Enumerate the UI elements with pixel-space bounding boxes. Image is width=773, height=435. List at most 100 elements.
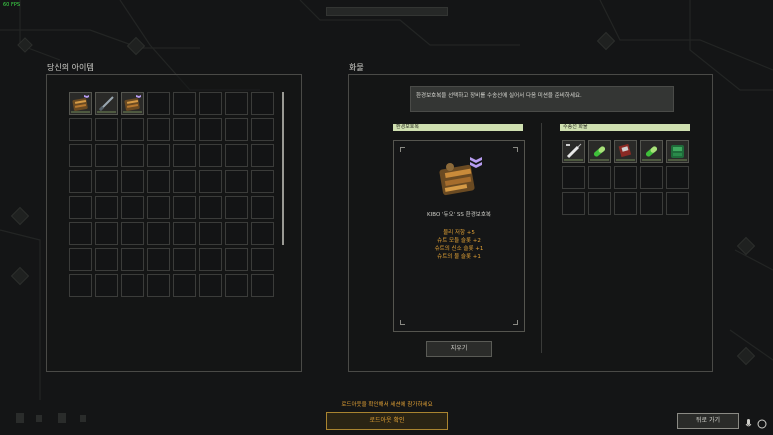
suit-name: KIBO '듀오' SS 환경보호복 xyxy=(427,212,491,218)
inventory-slot[interactable] xyxy=(173,222,196,245)
inventory-slot[interactable] xyxy=(225,170,248,193)
inventory-slot[interactable] xyxy=(199,170,222,193)
inventory-slot[interactable] xyxy=(69,248,92,271)
suit-stat: 슈트의 신소 슬롯 +1 xyxy=(434,246,484,252)
inventory-slot[interactable] xyxy=(173,170,196,193)
inventory-slot[interactable] xyxy=(121,222,144,245)
ship-cargo-slot[interactable] xyxy=(562,192,585,215)
env-suit-icon xyxy=(439,157,482,196)
ship-cargo-grid xyxy=(562,140,689,215)
inventory-slot[interactable] xyxy=(69,274,92,297)
inventory-slot[interactable] xyxy=(95,170,118,193)
inventory-slot[interactable] xyxy=(225,222,248,245)
inventory-slot[interactable] xyxy=(69,118,92,141)
inventory-slot[interactable] xyxy=(173,118,196,141)
inventory-slot[interactable] xyxy=(121,248,144,271)
ship-cargo-slot[interactable] xyxy=(562,166,585,189)
suit-slot[interactable]: KIBO '듀오' SS 환경보호복 물리 저항 +5 슈트 모듈 슬롯 +2 … xyxy=(393,140,525,332)
ship-cargo-slot[interactable] xyxy=(666,192,689,215)
inventory-slot[interactable] xyxy=(69,170,92,193)
inventory-slot[interactable] xyxy=(147,92,170,115)
ship-cargo-slot[interactable] xyxy=(666,166,689,189)
microphone-icon xyxy=(745,419,767,429)
inventory-slot[interactable] xyxy=(147,118,170,141)
ship-cargo-slot[interactable] xyxy=(640,140,663,163)
inventory-slot[interactable] xyxy=(121,118,144,141)
back-button[interactable]: 뒤로 가기 xyxy=(677,413,739,429)
ship-cargo-slot[interactable] xyxy=(666,140,689,163)
inventory-slot[interactable] xyxy=(251,170,274,193)
inventory-slot[interactable] xyxy=(69,222,92,245)
durability-bar xyxy=(97,111,116,113)
inventory-slot[interactable] xyxy=(199,222,222,245)
inventory-slot[interactable] xyxy=(95,196,118,219)
corner-br xyxy=(513,320,518,325)
inventory-slot[interactable] xyxy=(69,92,92,115)
inventory-slot[interactable] xyxy=(121,92,144,115)
inventory-slot[interactable] xyxy=(121,170,144,193)
inventory-slot[interactable] xyxy=(251,118,274,141)
ship-cargo-slot[interactable] xyxy=(588,140,611,163)
durability-bar xyxy=(590,159,609,161)
inventory-slot[interactable] xyxy=(147,170,170,193)
inventory-slot[interactable] xyxy=(251,92,274,115)
inventory-slot[interactable] xyxy=(69,144,92,167)
inventory-slot[interactable] xyxy=(173,92,196,115)
red-device-icon xyxy=(616,142,635,165)
inventory-slot[interactable] xyxy=(69,196,92,219)
inventory-slot[interactable] xyxy=(147,248,170,271)
inventory-slot[interactable] xyxy=(173,248,196,271)
cargo-divider xyxy=(541,123,542,353)
inventory-slot[interactable] xyxy=(95,274,118,297)
inventory-slot[interactable] xyxy=(147,222,170,245)
ship-cargo-slot[interactable] xyxy=(588,192,611,215)
inventory-slot[interactable] xyxy=(251,222,274,245)
ship-cargo-slot[interactable] xyxy=(640,192,663,215)
inventory-slot[interactable] xyxy=(251,248,274,271)
ship-cargo-slot[interactable] xyxy=(614,166,637,189)
inventory-slot[interactable] xyxy=(225,248,248,271)
ship-cargo-slot[interactable] xyxy=(562,140,585,163)
inventory-slot[interactable] xyxy=(121,196,144,219)
inventory-slot[interactable] xyxy=(225,118,248,141)
inventory-slot[interactable] xyxy=(199,118,222,141)
inventory-slot[interactable] xyxy=(95,118,118,141)
inventory-slot[interactable] xyxy=(225,274,248,297)
rod-tool-icon xyxy=(97,94,116,117)
ship-cargo-slot[interactable] xyxy=(614,192,637,215)
inventory-slot[interactable] xyxy=(95,248,118,271)
clear-button[interactable]: 지우기 xyxy=(426,341,492,357)
ship-cargo-slot[interactable] xyxy=(640,166,663,189)
inventory-slot[interactable] xyxy=(225,92,248,115)
inventory-slot[interactable] xyxy=(251,274,274,297)
inventory-scrollbar[interactable] xyxy=(282,92,284,245)
inventory-slot[interactable] xyxy=(199,274,222,297)
ship-cargo-slot[interactable] xyxy=(588,166,611,189)
inventory-slot[interactable] xyxy=(95,92,118,115)
cargo-notice: 환경보호복을 선택하고 장비를 수송선에 실어서 다음 미션을 준비하세요. xyxy=(410,86,674,112)
inventory-slot[interactable] xyxy=(199,196,222,219)
inventory-slot[interactable] xyxy=(199,92,222,115)
top-status-bar xyxy=(326,7,448,16)
inventory-slot[interactable] xyxy=(173,144,196,167)
inventory-slot[interactable] xyxy=(95,144,118,167)
inventory-slot[interactable] xyxy=(199,248,222,271)
inventory-slot[interactable] xyxy=(199,144,222,167)
inventory-slot[interactable] xyxy=(173,196,196,219)
green-capsule-icon xyxy=(590,142,609,165)
inventory-slot[interactable] xyxy=(147,274,170,297)
inventory-slot[interactable] xyxy=(225,196,248,219)
inventory-slot[interactable] xyxy=(173,274,196,297)
inventory-slot[interactable] xyxy=(225,144,248,167)
inventory-slot[interactable] xyxy=(251,144,274,167)
inventory-slot[interactable] xyxy=(251,196,274,219)
inventory-slot[interactable] xyxy=(147,196,170,219)
corner-bl xyxy=(400,320,405,325)
inventory-slot[interactable] xyxy=(147,144,170,167)
inventory-slot[interactable] xyxy=(121,144,144,167)
inventory-slot[interactable] xyxy=(95,222,118,245)
corner-tl xyxy=(400,147,405,152)
inventory-slot[interactable] xyxy=(121,274,144,297)
ship-cargo-slot[interactable] xyxy=(614,140,637,163)
confirm-loadout-button[interactable]: 로드아웃 확인 xyxy=(326,412,448,430)
